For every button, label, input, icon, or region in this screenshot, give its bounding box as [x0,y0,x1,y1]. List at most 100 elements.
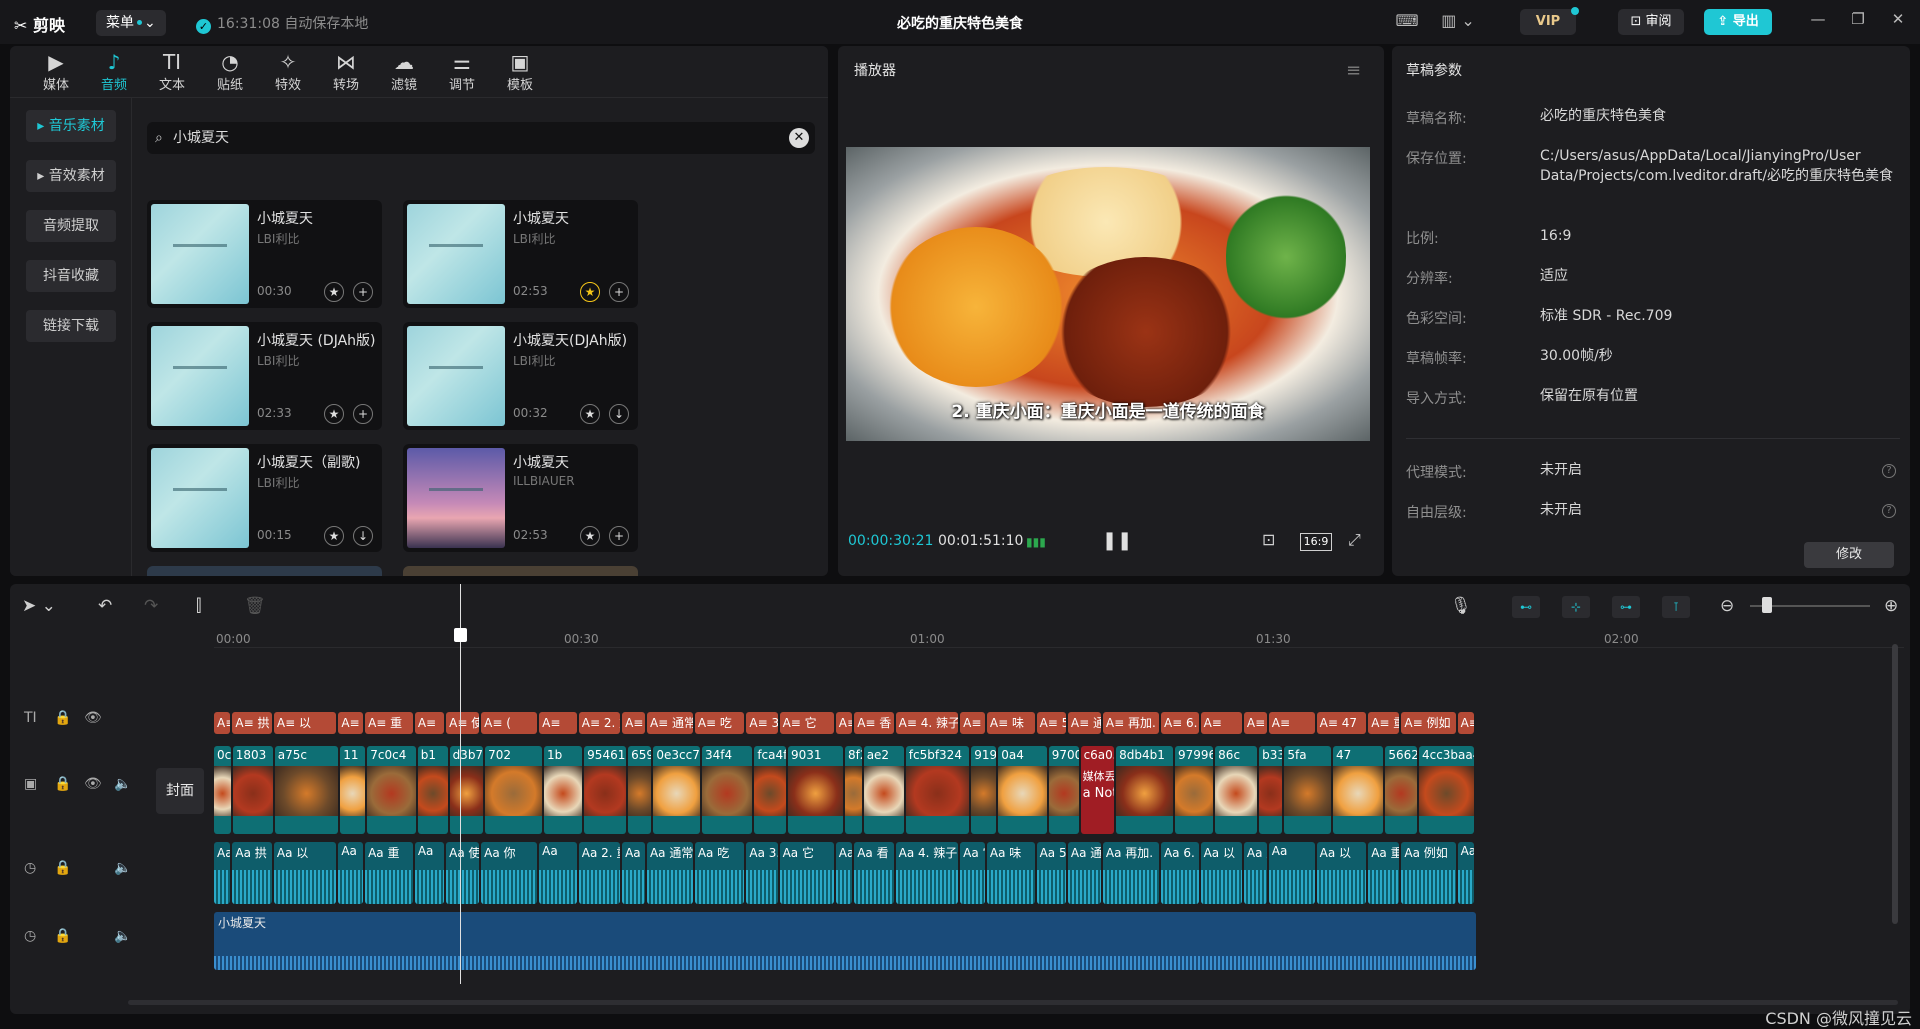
video-clip[interactable]: 47 [1332,746,1384,834]
text-clip[interactable]: A≡ 5. 夫 [1036,712,1066,734]
music-card[interactable]: 小城夏天 LBI利比 02:53 ★ + [403,200,638,308]
text-clip[interactable]: A≡ 以 [273,712,337,734]
redo-icon[interactable]: ↷ [144,596,158,616]
video-clip[interactable]: 7c0c4 [367,746,416,834]
video-clip[interactable]: 0a4 [998,746,1047,834]
tab-transition[interactable]: ⋈ 转场 [316,50,376,96]
video-clip[interactable]: b33631 [1259,746,1283,834]
music-card[interactable]: 小城夏天 (DJAh版) LBI利比 02:33 ★ + [147,322,382,430]
tts-audio-clip[interactable]: Aa 4. 辣子 [895,842,959,904]
speaker-icon[interactable]: 🔈 [114,776,131,792]
video-clip[interactable]: d3b709 [449,746,484,834]
cover-button[interactable]: 封面 [156,768,204,814]
tab-media[interactable]: ▶ 媒体 [26,50,86,96]
layout-icon[interactable]: ▥ ⌄ [1438,11,1478,33]
keyboard-icon[interactable]: ⌨ [1394,11,1420,33]
lock-icon[interactable]: 🔒 [54,776,71,792]
undo-icon[interactable]: ↶ [98,596,112,616]
tts-audio-clip[interactable]: Aa 以 [273,842,337,904]
zoom-slider-handle[interactable] [1762,597,1772,613]
text-clip[interactable]: A≡ [338,712,364,734]
tts-audio-clip[interactable]: Aa 例如 [1401,842,1456,904]
text-clip[interactable]: A≡ 使用 [446,712,480,734]
music-card[interactable]: 小城夏天（副歌) LBI利比 00:15 ★ ↓ [147,444,382,552]
video-clip[interactable]: 65924 [628,746,652,834]
star-icon[interactable]: ★ [324,404,344,424]
tab-text[interactable]: TI 文本 [142,50,202,96]
review-button[interactable]: ⊡ 审阅 [1618,9,1684,35]
video-clip[interactable]: 4cc3baa4 [1418,746,1474,834]
text-clip[interactable]: A≡ 拱 [232,712,272,734]
video-clip[interactable]: a75c [274,746,339,834]
text-clip[interactable]: A≡ 豆花 [1243,712,1267,734]
text-clip[interactable]: A≡ 以 [622,712,645,734]
tts-audio-clip[interactable]: Aa 以 [1200,842,1242,904]
star-icon[interactable]: ★ [580,282,600,302]
tts-audio-clip[interactable]: Aa 吃 [694,842,745,904]
text-clip[interactable]: A≡ 通常 [1067,712,1101,734]
vertical-scrollbar[interactable] [1892,644,1898,924]
text-clip[interactable]: A≡ [214,712,231,734]
star-icon[interactable]: ★ [324,282,344,302]
download-icon[interactable]: ↓ [353,526,373,546]
tts-audio-clip[interactable]: Aa 你 [481,842,538,904]
star-icon[interactable]: ★ [580,404,600,424]
tts-audio-clip[interactable]: Aa [1457,842,1474,904]
tts-audio-clip[interactable]: Aa 拱 [232,842,272,904]
tts-audio-clip[interactable]: Aa [338,842,364,904]
add-icon[interactable]: + [353,404,373,424]
lock-icon[interactable]: 🔒 [54,928,71,944]
tts-audio-clip[interactable]: Aa 5. 辣 [1036,842,1066,904]
playhead-handle[interactable] [454,628,467,642]
horizontal-scrollbar[interactable] [128,1000,1898,1005]
video-clip[interactable]: 8f206 [845,746,862,834]
link-icon[interactable]: ⊶ [1612,596,1640,618]
text-clip[interactable]: A≡ 通常 [646,712,693,734]
text-clip[interactable]: A≡ [414,712,445,734]
tts-audio-clip[interactable]: Aa [539,842,577,904]
video-clip[interactable]: 5fa [1284,746,1331,834]
text-clip[interactable]: A≡ 4. 辣子 [895,712,959,734]
video-clip[interactable]: 8db4b1 [1116,746,1173,834]
close-icon[interactable]: ✕ [1886,10,1910,34]
music-card[interactable]: 小城夏天 LBI利比 00:30 ★ + [147,200,382,308]
video-clip[interactable]: fca4fb0 [754,746,786,834]
pause-button[interactable]: ❚❚ [1102,530,1132,551]
tts-audio-clip[interactable]: Aa 使用 [446,842,480,904]
text-clip[interactable]: A≡ 47 [1316,712,1367,734]
eye-icon[interactable]: 👁 [84,710,102,726]
video-clip[interactable]: c6a057 媒体丢失 a Not F [1080,746,1115,834]
tts-audio-clip[interactable]: Aa 再加. [1102,842,1159,904]
text-clip[interactable]: A≡ 3.毛 [746,712,778,734]
text-clip[interactable]: A≡ [1200,712,1242,734]
text-clip[interactable]: A≡ 重 [1368,712,1400,734]
modify-button[interactable]: 修改 [1804,542,1894,568]
aspect-ratio-button[interactable]: 16:9 [1300,533,1332,551]
text-clip[interactable]: A≡ 6. 重 [1160,712,1199,734]
music-card[interactable]: 小城夏天(DJAh版) LBI利比 00:32 ★ ↓ [403,322,638,430]
tts-audio-clip[interactable]: Aa 味 [986,842,1035,904]
download-icon[interactable]: ↓ [609,404,629,424]
video-clip[interactable]: 0e3cc7 [653,746,700,834]
restore-icon[interactable]: ❐ [1846,10,1870,34]
video-clip[interactable]: 9031 [787,746,843,834]
text-clip[interactable]: A≡ [1268,712,1315,734]
tts-audio-clip[interactable]: Aa 以 [622,842,645,904]
video-clip[interactable]: 95461d [584,746,627,834]
sidebar-item[interactable]: 链接下载 [26,310,116,342]
music-clip[interactable]: 小城夏天 [214,912,1476,970]
music-card[interactable]: 小城夏天 ILLBIAUER 02:53 ★ + [403,444,638,552]
playhead[interactable] [460,584,461,984]
help-icon[interactable]: ? [1882,504,1896,518]
microphone-icon[interactable]: 🎙 [1450,596,1472,616]
tab-template[interactable]: ▣ 模板 [490,50,550,96]
tab-filter[interactable]: ☁ 滤镜 [374,50,434,96]
tts-audio-clip[interactable]: Aa 以 [1316,842,1367,904]
video-clip[interactable]: 11 [340,746,366,834]
sidebar-item[interactable]: ▸ 音乐素材 [26,110,116,142]
star-icon[interactable]: ★ [580,526,600,546]
fullscreen-icon[interactable]: ⤢ [1348,530,1361,550]
fit-screen-icon[interactable]: ⊡ [1262,530,1275,549]
zoom-in-icon[interactable]: ⊕ [1884,596,1898,616]
text-clip[interactable]: A≡ ( [481,712,538,734]
